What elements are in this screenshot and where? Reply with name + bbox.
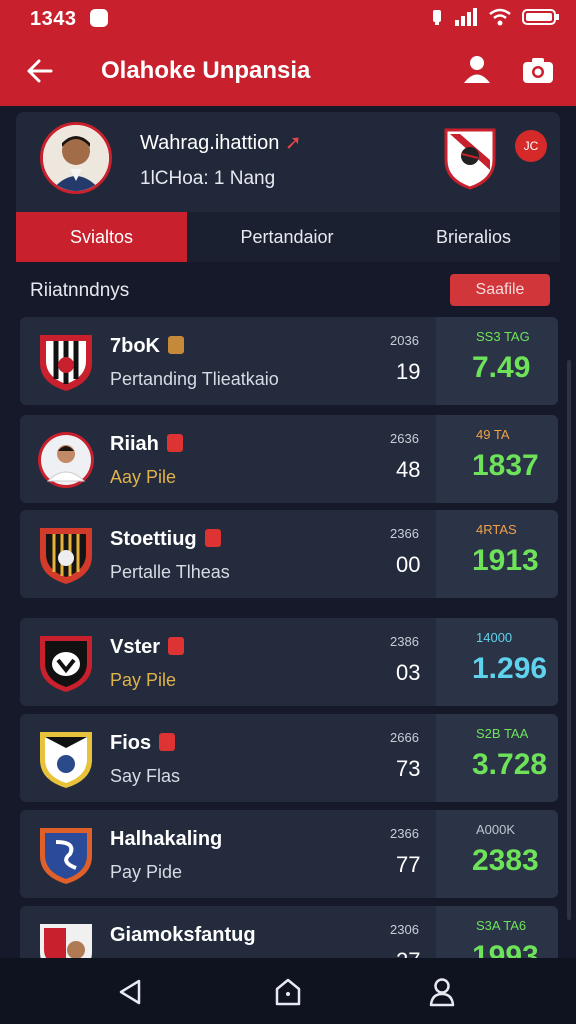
row-subtitle: Pay Pile — [110, 670, 177, 690]
app-bar: Olahoke Unpansia — [0, 40, 576, 102]
row-stat-label: 14000 — [476, 630, 513, 645]
club-logo-icon — [40, 528, 92, 584]
status-time: 1343 — [30, 8, 77, 30]
row-stat-label: A000K — [476, 822, 516, 837]
tag-icon — [168, 637, 185, 655]
row-stat-label: 49 TA — [476, 427, 510, 442]
row-name: 7boK — [110, 335, 184, 358]
list-item[interactable]: Stoettiug Pertalle Tlheas 2366 00 4RTAS … — [20, 510, 558, 598]
list-item[interactable]: Riiah Aay Pile 2636 48 49 TA 1837 — [20, 415, 558, 503]
row-number: 19 — [396, 359, 421, 384]
row-number: 48 — [396, 457, 421, 482]
scrollbar[interactable] — [567, 360, 571, 920]
section-title: Riiatnndnys — [30, 280, 130, 301]
row-name: Riiah — [110, 433, 183, 456]
nav-back-button[interactable] — [110, 972, 150, 1012]
row-number: 77 — [396, 852, 421, 877]
club-logo-icon — [40, 828, 92, 884]
tab-bar: Svialtos Pertandaior Brieralios — [16, 212, 560, 262]
list-item[interactable]: Fios Say Flas 2666 73 S2B TAA 3.728 — [20, 714, 558, 802]
tab-brieralios[interactable]: Brieralios — [387, 212, 560, 262]
nav-back-icon — [119, 979, 141, 1005]
profile-subtitle: 1lCHoa: 1 Nang — [140, 168, 276, 189]
tag-icon — [166, 434, 183, 452]
list-item[interactable]: Vster Pay Pile 2386 03 14000 1.296 — [20, 618, 558, 706]
row-stat-value: 1913 — [472, 544, 539, 577]
row-year: 2306 — [390, 922, 419, 937]
bottom-nav — [0, 958, 576, 1024]
row-year: 2636 — [390, 431, 419, 446]
row-subtitle: Pay Pide — [110, 862, 183, 882]
signal-icon — [455, 8, 477, 26]
row-stat-value: 3.728 — [472, 748, 548, 781]
user-button[interactable] — [460, 52, 494, 86]
list-item[interactable]: Halhakaling Pay Pide 2366 77 A000K 2383 — [20, 810, 558, 898]
camera-icon — [523, 58, 553, 83]
tab-svialtos[interactable]: Svialtos — [16, 212, 187, 262]
profile-name: Wahrag.ihattion ➚ — [140, 132, 302, 154]
row-year: 2366 — [390, 526, 419, 541]
user-icon — [464, 56, 490, 83]
camera-button[interactable] — [520, 52, 556, 88]
row-stat-label: SS3 TAG — [476, 329, 530, 344]
status-bar: 1343 — [0, 0, 576, 36]
row-year: 2366 — [390, 826, 419, 841]
row-subtitle: Aay Pile — [110, 467, 177, 487]
row-subtitle: Pertanding Tlieatkaio — [110, 369, 279, 389]
player-avatar-icon — [38, 432, 94, 488]
row-year: 2386 — [390, 634, 419, 649]
avatar — [40, 122, 112, 194]
club-crest-icon — [444, 128, 496, 190]
top-bar: 1343 Olahoke Unpansia — [0, 0, 576, 106]
back-arrow-icon — [27, 59, 53, 83]
row-name: Giamoksfantug — [110, 924, 256, 946]
tag-icon — [159, 733, 176, 751]
row-name: Fios — [110, 732, 176, 755]
row-stat-value: 2383 — [472, 844, 539, 877]
row-subtitle: Say Flas — [110, 766, 181, 786]
notification-icon — [90, 9, 108, 27]
alarm-icon — [433, 10, 441, 25]
row-year: 2666 — [390, 730, 419, 745]
list-item[interactable]: 7boK Pertanding Tlieatkaio 2036 19 SS3 T… — [20, 317, 558, 405]
tab-pertandaior[interactable]: Pertandaior — [187, 212, 387, 262]
nav-profile-icon — [429, 978, 455, 1007]
nav-home-button[interactable] — [268, 972, 308, 1012]
row-name: Halhakaling — [110, 828, 223, 850]
tag-icon — [204, 529, 221, 547]
row-name: Vster — [110, 636, 185, 659]
tag-icon — [168, 336, 184, 354]
club-logo-icon — [40, 732, 92, 788]
section-action-button[interactable]: Saafile — [450, 274, 550, 306]
row-stat-value: 7.49 — [472, 351, 531, 384]
battery-icon — [522, 9, 559, 25]
row-number: 03 — [396, 660, 421, 685]
system-icons — [430, 8, 560, 26]
nav-profile-button[interactable] — [422, 972, 462, 1012]
row-number: 00 — [396, 552, 421, 577]
row-stat-label: 4RTAS — [476, 522, 517, 537]
row-stat-value: 1.296 — [472, 652, 548, 685]
wifi-icon — [489, 8, 511, 26]
club-logo-icon — [40, 335, 92, 391]
profile-card[interactable]: Wahrag.ihattion ➚ 1lCHoa: 1 Nang JC — [16, 112, 560, 212]
row-year: 2036 — [390, 333, 419, 348]
page-title: Olahoke Unpansia — [101, 57, 311, 84]
row-stat-label: S2B TAA — [476, 726, 529, 741]
club-logo-icon — [40, 636, 92, 692]
status-badge[interactable]: JC — [515, 130, 547, 162]
back-button[interactable] — [22, 54, 56, 88]
row-number: 73 — [396, 756, 421, 781]
nav-home-icon — [275, 978, 301, 1006]
row-stat-value: 1837 — [472, 449, 539, 482]
profile-name-arrow: ➚ — [284, 132, 302, 154]
row-name: Stoettiug — [110, 528, 221, 551]
row-subtitle: Pertalle Tlheas — [110, 562, 230, 582]
row-stat-label: S3A TA6 — [476, 918, 527, 933]
